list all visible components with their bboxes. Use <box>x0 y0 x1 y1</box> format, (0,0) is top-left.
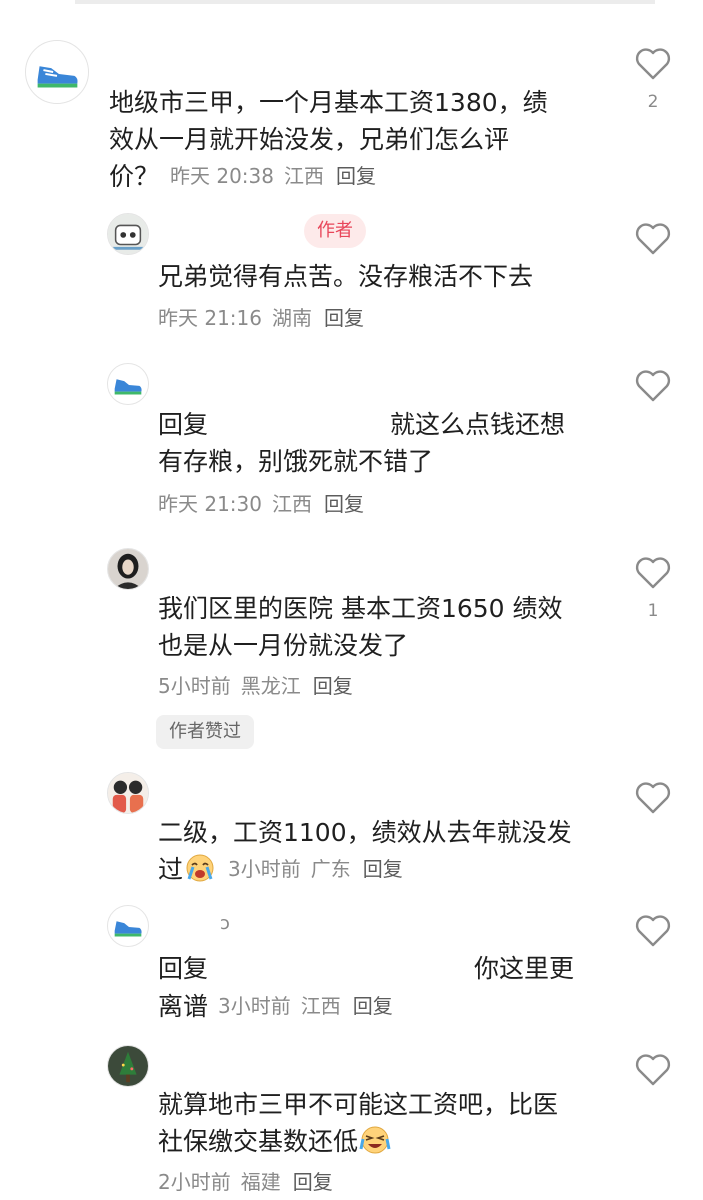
comment-location: 湖南 <box>272 306 312 330</box>
reply-button[interactable]: 回复 <box>313 674 353 698</box>
crying-face-emoji <box>186 854 214 882</box>
avatar[interactable] <box>25 40 89 104</box>
comment-time: 3小时前 <box>218 994 291 1018</box>
avatar[interactable] <box>107 1045 149 1087</box>
comment-meta: 昨天 20:38 江西 回复 <box>170 162 376 190</box>
comment-meta: 昨天 21:30 江西 回复 <box>158 490 364 518</box>
comment-meta: 5小时前 黑龙江 回复 <box>158 672 353 700</box>
reply-button[interactable]: 回复 <box>293 1170 333 1194</box>
comment-time: 3小时前 <box>228 857 301 881</box>
like-button[interactable] <box>634 369 672 403</box>
author-badge: 作者 <box>304 214 366 248</box>
reply-prefix: 回复 <box>158 410 209 439</box>
comment-text-line: 兄弟觉得有点苦。没存粮活不下去 <box>158 262 534 291</box>
comment-text-line: 二级，工资1100，绩效从去年就没发 <box>158 818 572 847</box>
comment-time: 5小时前 <box>158 674 231 698</box>
like-button[interactable] <box>634 1053 672 1087</box>
comment-location: 黑龙江 <box>240 674 301 698</box>
like-button[interactable] <box>634 781 672 815</box>
cartoon-avatar-icon <box>108 214 148 254</box>
crying-laugh-emoji <box>359 1126 391 1154</box>
comment-text-line: 就算地市三甲不可能这工资吧，比医 <box>158 1090 559 1119</box>
comment-text-line: 你这里更 <box>474 954 575 983</box>
comment-text-line: 有存粮，别饿死就不错了 <box>158 447 434 476</box>
heart-icon <box>635 370 671 402</box>
top-divider <box>75 0 655 4</box>
reply-button[interactable]: 回复 <box>324 306 364 330</box>
comment-text-line: 我们区里的医院 基本工资1650 绩效 <box>158 594 563 623</box>
like-button[interactable] <box>634 556 672 590</box>
people-avatar-icon <box>108 773 148 813</box>
avatar[interactable] <box>107 363 149 405</box>
comment-time: 昨天 20:38 <box>170 164 274 188</box>
comment-text-tail: 社保缴交基数还低 <box>158 1127 359 1156</box>
comment-text-line: 就这么点钱还想 <box>390 410 566 439</box>
comment-text-line: 也是从一月份就没发了 <box>158 631 409 660</box>
comment-meta: 3小时前 江西 回复 <box>218 992 393 1020</box>
like-button[interactable] <box>634 914 672 948</box>
comment-text-line: 效从一月就开始没发，兄弟们怎么评 <box>109 125 510 154</box>
comment-text-line: 回复 <box>158 954 209 983</box>
comment-location: 江西 <box>300 994 341 1018</box>
reply-button[interactable]: 回复 <box>353 994 393 1018</box>
sneaker-avatar-icon <box>108 906 148 946</box>
heart-icon <box>635 915 671 947</box>
reply-button[interactable]: 回复 <box>336 164 376 188</box>
comment-text-line: 地级市三甲，一个月基本工资1380，绩 <box>109 88 548 117</box>
heart-icon <box>635 557 671 589</box>
comment-meta: 2小时前 福建 回复 <box>158 1168 333 1196</box>
comment-location: 江西 <box>284 164 324 188</box>
comment-time: 2小时前 <box>158 1170 231 1194</box>
heart-icon <box>635 223 671 255</box>
like-button[interactable] <box>634 47 672 81</box>
comment-text-line: 社保缴交基数还低 <box>158 1123 392 1160</box>
reply-button[interactable]: 回复 <box>324 492 364 516</box>
like-count: 1 <box>647 601 659 621</box>
person-avatar-icon <box>108 549 148 589</box>
tree-avatar-icon <box>108 1046 148 1086</box>
avatar[interactable] <box>107 548 149 590</box>
heart-icon <box>635 1054 671 1086</box>
comment-location: 福建 <box>240 1170 281 1194</box>
comment-meta: 昨天 21:16 湖南 回复 <box>158 304 364 332</box>
comment-text-line: 回复 <box>158 406 208 443</box>
nickname[interactable]: ɔ <box>220 913 230 934</box>
author-liked-badge: 作者赞过 <box>156 715 254 749</box>
like-button[interactable] <box>634 222 672 256</box>
comment-time: 昨天 21:30 <box>158 492 262 516</box>
comment-location: 江西 <box>272 492 312 516</box>
comment-location: 广东 <box>310 857 351 881</box>
comment-text-line: 价？ <box>109 162 160 191</box>
avatar[interactable] <box>107 213 149 255</box>
avatar[interactable] <box>107 905 149 947</box>
comment-text-line: 过 <box>158 851 217 888</box>
comment-time: 昨天 21:16 <box>158 306 262 330</box>
like-count: 2 <box>647 92 659 112</box>
heart-icon <box>635 782 671 814</box>
comment-meta: 3小时前 广东 回复 <box>228 855 403 883</box>
reply-button[interactable]: 回复 <box>363 857 403 881</box>
avatar[interactable] <box>107 772 149 814</box>
comment-text-line: 离谱 <box>158 992 209 1021</box>
heart-icon <box>635 48 671 80</box>
sneaker-avatar-icon <box>108 364 148 404</box>
comment-text-tail: 过 <box>158 855 184 884</box>
sneaker-avatar-icon <box>26 41 88 103</box>
